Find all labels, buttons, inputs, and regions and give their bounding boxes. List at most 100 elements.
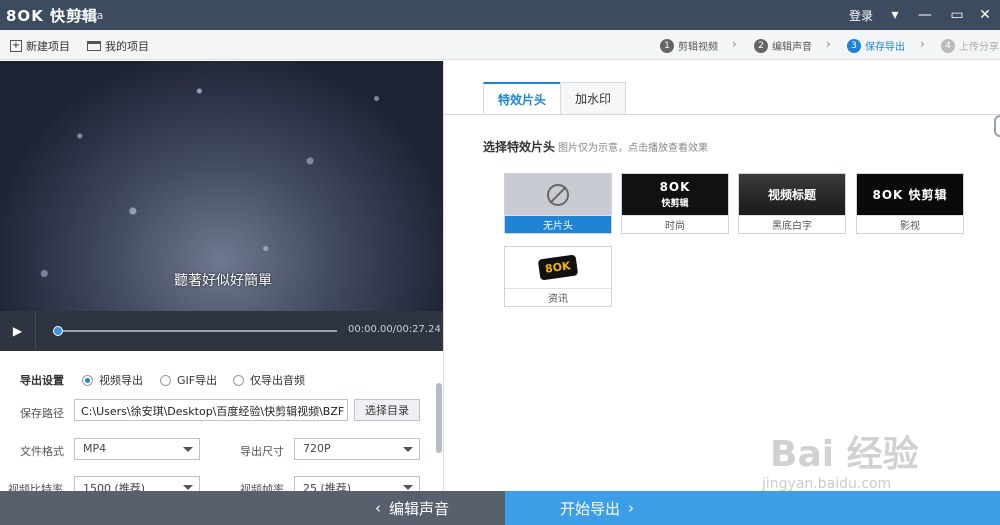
plus-icon: + xyxy=(10,40,22,52)
intro-thumb: 8OK xyxy=(505,247,611,288)
maximize-icon[interactable]: ▭ xyxy=(942,0,972,30)
export-size-select[interactable]: 720P xyxy=(294,438,420,460)
intro-thumb: 视频标题 xyxy=(739,174,845,215)
start-export-label: 开始导出 xyxy=(560,499,621,518)
new-project-button[interactable]: + 新建项目 xyxy=(10,38,70,54)
step-number: 2 xyxy=(754,38,768,53)
intro-card-none[interactable]: 无片头 xyxy=(504,173,612,234)
caret-down-icon xyxy=(403,485,413,490)
settings-scrollbar[interactable] xyxy=(436,383,442,453)
beta-badge: Beta xyxy=(78,9,104,22)
video-title-text: 视频标题 xyxy=(767,188,816,202)
radio-dot xyxy=(160,374,171,386)
new-project-label: 新建项目 xyxy=(26,40,70,53)
progress-track[interactable] xyxy=(57,330,337,332)
bottom-nav: ‹ 编辑声音 开始导出 › xyxy=(0,491,1000,525)
intro-card-news[interactable]: 8OK 资讯 xyxy=(504,246,612,307)
step-save-export[interactable]: 3 保存导出 xyxy=(847,38,905,53)
radio-audio-only[interactable]: 仅导出音频 xyxy=(233,372,305,388)
login-link[interactable]: 登录 xyxy=(849,7,873,24)
intro-caption: 时尚 xyxy=(622,215,728,233)
step-number: 3 xyxy=(847,38,861,53)
tab-intro-effects[interactable]: 特效片头 xyxy=(483,82,562,114)
radio-dot xyxy=(82,374,93,386)
export-settings: 导出设置 视频导出 GIF导出 仅导出音频 保存路径 C:\Users\徐安琪\… xyxy=(0,352,443,498)
my-projects-label: 我的项目 xyxy=(105,40,149,53)
player-controls: ▶ 00:00.00/00:27.24 xyxy=(0,311,443,351)
bok-logo: 8OK 快剪辑 xyxy=(660,180,691,209)
file-format-value: MP4 xyxy=(83,442,107,455)
minimize-icon[interactable]: — xyxy=(910,0,940,30)
radio-label: 视频导出 xyxy=(99,374,143,387)
save-path-input[interactable]: C:\Users\徐安琪\Desktop\百度经验\快剪辑视频\BZF xyxy=(74,399,348,421)
video-subtitle: 聽著好似好簡單 xyxy=(174,273,272,289)
save-path-label: 保存路径 xyxy=(20,407,64,420)
intro-caption: 黑底白字 xyxy=(739,215,845,233)
chevron-right-icon: › xyxy=(826,37,831,51)
close-icon[interactable]: ✕ xyxy=(970,0,1000,30)
intro-card-fashion[interactable]: 8OK 快剪辑 时尚 xyxy=(621,173,729,234)
radio-gif-export[interactable]: GIF导出 xyxy=(160,372,217,388)
video-preview[interactable]: 聽著好似好簡單 xyxy=(0,61,443,311)
intro-thumb: 8OK 快剪辑 xyxy=(622,174,728,215)
chevron-right-icon: › xyxy=(920,37,925,51)
caret-down-icon xyxy=(183,485,193,490)
step-edit-video[interactable]: 1 剪辑视频 xyxy=(660,38,718,53)
step-edit-audio[interactable]: 2 编辑声音 xyxy=(754,38,812,53)
step-label: 剪辑视频 xyxy=(678,42,718,53)
logo-text: 快剪辑 xyxy=(661,199,689,209)
no-intro-icon xyxy=(547,183,569,206)
toolbar: + 新建项目 我的项目 1 剪辑视频 › 2 编辑声音 › 3 保存导出 › 4… xyxy=(0,30,1000,60)
watermark-logo: Bai 经验 xyxy=(770,434,919,475)
intro-thumb: 8OK 快剪辑 xyxy=(857,174,963,215)
prev-step-button[interactable]: ‹ 编辑声音 xyxy=(0,491,505,525)
menu-dropdown-icon[interactable]: ▾ xyxy=(880,0,910,30)
file-format-select[interactable]: MP4 xyxy=(74,438,200,460)
intro-caption: 资讯 xyxy=(505,288,611,306)
caret-down-icon xyxy=(403,447,413,452)
intro-section-title: 选择特效片头 xyxy=(483,140,556,154)
logo-mark: 8OK xyxy=(659,180,691,194)
tab-bar: 特效片头 加水印 xyxy=(483,82,627,114)
time-readout: 00:00.00/00:27.24 xyxy=(348,324,441,335)
prev-step-label: 编辑声音 xyxy=(388,499,449,518)
play-button[interactable]: ▶ xyxy=(0,311,36,351)
chevron-right-icon: › xyxy=(628,499,635,517)
title-bar: 8OK 快剪辑 Beta 登录 ▾ — ▭ ✕ xyxy=(0,0,1000,30)
chevron-right-icon: › xyxy=(732,37,737,51)
watermark-url: jingyan.baidu.com xyxy=(762,476,892,492)
intro-card-film[interactable]: 8OK 快剪辑 影视 xyxy=(856,173,964,234)
logo-mark: 8OK xyxy=(537,254,579,281)
step-label: 上传分享 xyxy=(959,42,999,53)
export-settings-title: 导出设置 xyxy=(20,374,64,387)
play-icon: ▶ xyxy=(12,324,23,338)
step-number: 4 xyxy=(941,38,955,53)
step-upload-share[interactable]: 4 上传分享 xyxy=(941,38,999,53)
step-label: 保存导出 xyxy=(865,42,905,53)
intro-section-hint: 图片仅为示意，点击播放查看效果 xyxy=(558,143,708,154)
progress-handle[interactable] xyxy=(53,326,63,336)
radio-label: 仅导出音频 xyxy=(250,374,305,387)
intro-thumb xyxy=(505,174,611,215)
caret-down-icon xyxy=(183,447,193,452)
radio-video-export[interactable]: 视频导出 xyxy=(82,372,143,388)
radio-dot xyxy=(233,374,244,386)
logo-mark: 8OK 快剪辑 xyxy=(872,188,948,202)
intro-card-black-white[interactable]: 视频标题 黑底白字 xyxy=(738,173,846,234)
tab-watermark[interactable]: 加水印 xyxy=(560,82,627,114)
panel-divider xyxy=(443,61,444,491)
step-label: 编辑声音 xyxy=(772,42,812,53)
tab-divider xyxy=(444,114,1000,115)
intro-caption: 无片头 xyxy=(505,215,611,233)
browse-directory-button[interactable]: 选择目录 xyxy=(354,399,420,421)
my-projects-button[interactable]: 我的项目 xyxy=(87,38,149,54)
start-export-button[interactable]: 开始导出 › xyxy=(505,491,1000,525)
intro-caption: 影视 xyxy=(857,215,963,233)
side-handle[interactable] xyxy=(994,115,1000,137)
radio-label: GIF导出 xyxy=(177,374,218,387)
chevron-left-icon: ‹ xyxy=(374,499,381,517)
file-format-label: 文件格式 xyxy=(20,445,64,458)
export-size-label: 导出尺寸 xyxy=(240,445,284,458)
step-number: 1 xyxy=(660,38,674,53)
folder-icon xyxy=(87,41,101,51)
